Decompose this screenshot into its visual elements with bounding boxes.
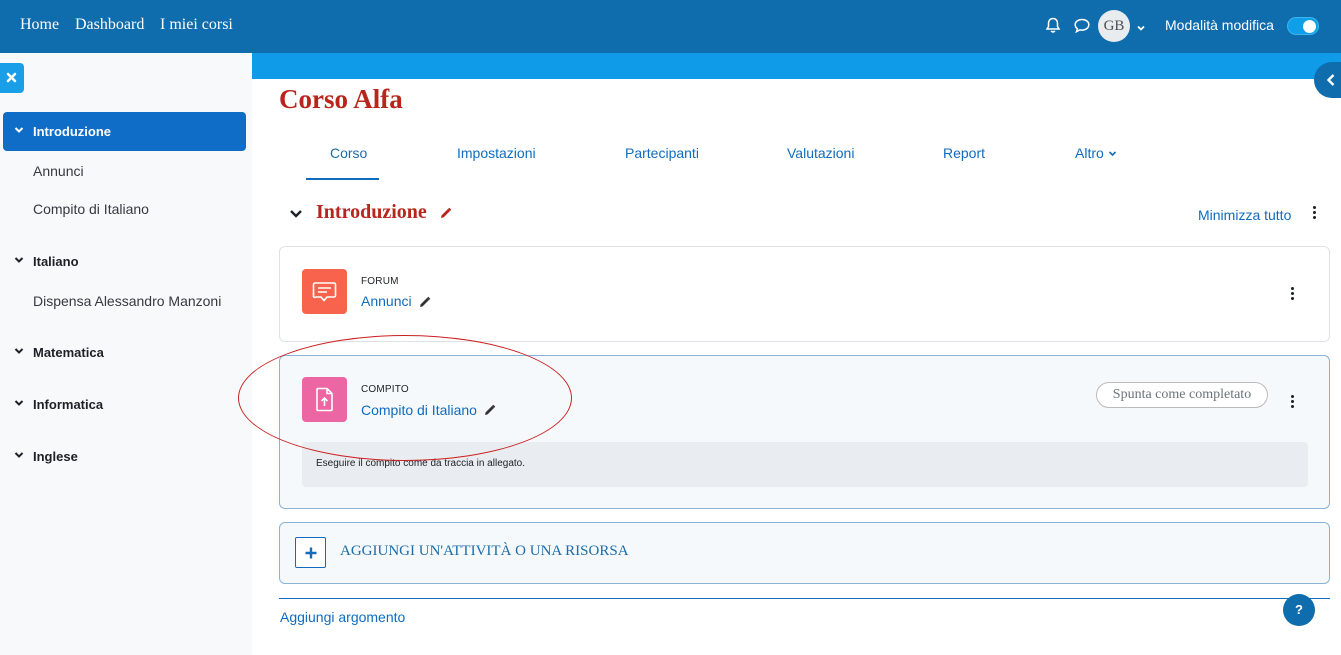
tab-impostazioni[interactable]: Impostazioni [457,145,536,161]
edit-activity-name-icon[interactable] [418,296,431,314]
course-index-drawer: Introduzione Annunci Compito di Italiano… [0,53,252,655]
drawer-section-label: Inglese [33,449,78,464]
edit-mode-label: Modalità modifica [1165,17,1274,33]
activity-card-forum [279,246,1330,342]
drawer-section-italiano[interactable]: Italiano [3,242,246,281]
activity-type-label: FORUM [361,276,399,287]
add-topic-link[interactable]: Aggiungi argomento [280,609,405,625]
active-tab-indicator [306,178,379,180]
activity-menu-icon[interactable] [1289,395,1295,411]
drawer-section-label: Matematica [33,345,104,360]
bell-icon[interactable] [1045,17,1063,35]
nav-my-courses-link[interactable]: I miei corsi [160,16,233,34]
toggle-knob [1303,20,1316,33]
drawer-item-compito-italiano[interactable]: Compito di Italiano [33,201,149,217]
drawer-section-inglese[interactable]: Inglese [3,437,246,476]
tab-corso[interactable]: Corso [330,145,367,161]
section-divider [279,598,1330,599]
chevron-down-icon [14,257,24,263]
add-activity-button[interactable] [295,537,326,568]
edit-activity-name-icon[interactable] [483,404,496,422]
chevron-down-icon[interactable] [1136,20,1146,31]
chevron-down-icon [14,348,24,354]
drawer-item-annunci[interactable]: Annunci [33,163,84,179]
assignment-icon [302,377,347,422]
activity-menu-icon[interactable] [1289,287,1295,303]
user-avatar[interactable]: GB [1098,10,1130,42]
activity-description: Eseguire il compito come da traccia in a… [302,442,1308,487]
tab-partecipanti[interactable]: Partecipanti [625,145,699,161]
page-header-strip [252,53,1341,79]
edit-section-title-icon[interactable] [439,207,452,225]
drawer-section-label: Informatica [33,397,104,412]
tab-valutazioni[interactable]: Valutazioni [787,145,854,161]
activity-link-annunci[interactable]: Annunci [361,293,412,309]
help-button[interactable]: ? [1283,594,1315,626]
chat-icon[interactable] [1073,17,1091,35]
drawer-section-label: Italiano [33,254,79,269]
activity-link-compito-italiano[interactable]: Compito di Italiano [361,402,477,418]
close-icon [6,72,17,83]
section-menu-icon[interactable] [1311,206,1317,222]
drawer-section-informatica[interactable]: Informatica [3,385,246,424]
drawer-item-dispensa-manzoni[interactable]: Dispensa Alessandro Manzoni [33,293,221,309]
activity-description-text: Eseguire il compito come da traccia in a… [316,458,525,469]
section-title: Introduzione [316,201,427,223]
activity-type-label: COMPITO [361,384,409,395]
drawer-section-matematica[interactable]: Matematica [3,333,246,372]
chevron-down-icon [14,127,24,133]
nav-home-link[interactable]: Home [20,16,59,34]
nav-dashboard-link[interactable]: Dashboard [75,16,144,34]
section-collapse-icon[interactable] [289,207,303,225]
chevron-down-icon [1108,151,1116,157]
drawer-section-introduzione[interactable]: Introduzione [3,112,246,151]
edit-mode-toggle[interactable] [1287,17,1319,35]
chevron-down-icon [14,400,24,406]
tab-altro[interactable]: Altro [1075,145,1117,161]
collapse-all-link[interactable]: Minimizza tutto [1198,207,1291,223]
open-block-drawer-button[interactable] [1314,62,1341,98]
mark-complete-button[interactable]: Spunta come completato [1096,382,1268,408]
plus-icon [305,547,317,559]
drawer-section-label: Introduzione [33,124,111,139]
forum-icon [302,269,347,314]
top-navbar: Home Dashboard I miei corsi GB Modalità … [0,0,1341,53]
tab-altro-label: Altro [1075,145,1104,161]
tab-report[interactable]: Report [943,145,985,161]
course-title: Corso Alfa [279,84,403,114]
add-activity-label[interactable]: AGGIUNGI UN'ATTIVITÀ O UNA RISORSA [340,543,629,560]
chevron-left-icon [1326,74,1335,86]
chevron-down-icon [14,452,24,458]
close-drawer-button[interactable] [0,63,24,93]
